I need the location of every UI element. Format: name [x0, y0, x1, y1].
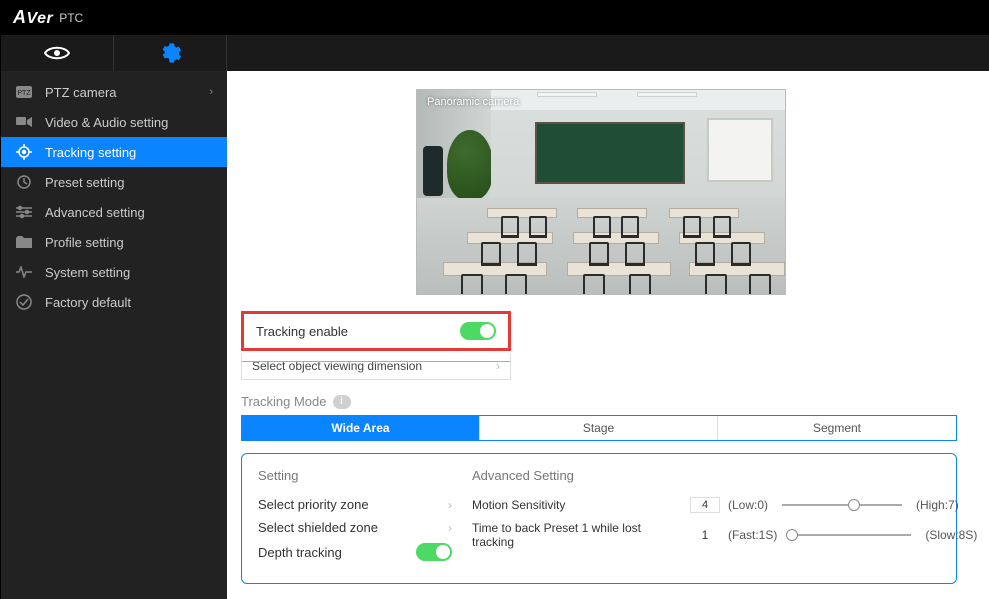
- sidebar-item-system[interactable]: System setting: [1, 257, 227, 287]
- time-back-preset-row: Time to back Preset 1 while lost trackin…: [472, 517, 977, 553]
- select-shielded-zone[interactable]: Select shielded zone ›: [258, 516, 452, 539]
- sidebar-item-label: Preset setting: [45, 175, 125, 190]
- sidebar-item-video-audio[interactable]: Video & Audio setting: [1, 107, 227, 137]
- sidebar: PTZ PTZ camera › Video & Audio setting T…: [1, 71, 227, 599]
- time-slow-label: (Slow:8S): [925, 528, 977, 542]
- time-back-label: Time to back Preset 1 while lost trackin…: [472, 521, 682, 549]
- gear-icon: [159, 42, 181, 64]
- sidebar-item-label: Tracking setting: [45, 145, 136, 160]
- tab-settings[interactable]: [114, 35, 227, 71]
- sidebar-item-label: System setting: [45, 265, 130, 280]
- motion-low-label: (Low:0): [728, 498, 768, 512]
- chevron-right-icon: ›: [448, 521, 452, 535]
- tab-live-view[interactable]: [1, 35, 114, 71]
- select-dimension-row[interactable]: Select object viewing dimension ›: [241, 353, 511, 380]
- sidebar-item-preset[interactable]: Preset setting: [1, 167, 227, 197]
- panoramic-preview: Panoramic camera: [416, 89, 786, 295]
- media-icon: [15, 113, 33, 131]
- time-fast-label: (Fast:1S): [728, 528, 777, 542]
- depth-tracking-row: Depth tracking: [258, 539, 452, 565]
- chevron-right-icon: ›: [209, 86, 213, 98]
- eye-icon: [44, 44, 70, 62]
- check-circle-icon: [15, 293, 33, 311]
- motion-sensitivity-row: Motion Sensitivity 4 (Low:0) (High:7): [472, 493, 977, 517]
- sidebar-item-tracking[interactable]: Tracking setting: [1, 137, 227, 167]
- settings-panel: Setting Select priority zone › Select sh…: [241, 453, 957, 584]
- tracking-enable-toggle[interactable]: [460, 322, 496, 340]
- sidebar-item-label: PTZ camera: [45, 85, 117, 100]
- app-header: AVer PTC: [1, 0, 989, 35]
- motion-sensitivity-label: Motion Sensitivity: [472, 498, 682, 512]
- brand-logo: AVer: [13, 7, 53, 28]
- select-priority-zone[interactable]: Select priority zone ›: [258, 493, 452, 516]
- svg-text:PTZ: PTZ: [17, 90, 31, 97]
- target-icon: [15, 143, 33, 161]
- sidebar-item-profile[interactable]: Profile setting: [1, 227, 227, 257]
- time-back-value: 1: [690, 528, 720, 542]
- tracking-enable-row: Tracking enable: [241, 311, 511, 351]
- sidebar-item-factory[interactable]: Factory default: [1, 287, 227, 317]
- sidebar-item-label: Advanced setting: [45, 205, 145, 220]
- pulse-icon: [15, 263, 33, 281]
- info-icon[interactable]: i: [333, 395, 351, 409]
- mode-tab-wide-area[interactable]: Wide Area: [242, 416, 480, 440]
- main-content: Panoramic camera Tracking enable Select …: [227, 71, 989, 599]
- tracking-mode-header: Tracking Mode i: [241, 394, 961, 409]
- sliders-icon: [15, 203, 33, 221]
- time-back-slider[interactable]: [791, 534, 911, 536]
- chevron-right-icon: ›: [448, 498, 452, 512]
- advanced-title: Advanced Setting: [472, 468, 977, 483]
- sidebar-item-label: Video & Audio setting: [45, 115, 168, 130]
- sidebar-item-ptz-camera[interactable]: PTZ PTZ camera ›: [1, 77, 227, 107]
- setting-title: Setting: [258, 468, 452, 483]
- tracking-mode-tabs: Wide Area Stage Segment: [241, 415, 957, 441]
- brand-suffix: PTC: [59, 11, 83, 25]
- preset-icon: [15, 173, 33, 191]
- motion-high-label: (High:7): [916, 498, 959, 512]
- motion-sensitivity-slider[interactable]: [782, 504, 902, 506]
- motion-sensitivity-value: 4: [690, 497, 720, 513]
- depth-tracking-toggle[interactable]: [416, 543, 452, 561]
- preview-label: Panoramic camera: [427, 96, 519, 108]
- folder-icon: [15, 233, 33, 251]
- view-tabs: [1, 35, 989, 71]
- mode-tab-segment[interactable]: Segment: [718, 416, 956, 440]
- sidebar-item-label: Profile setting: [45, 235, 124, 250]
- ptz-icon: PTZ: [15, 83, 33, 101]
- sidebar-item-label: Factory default: [45, 295, 131, 310]
- mode-tab-stage[interactable]: Stage: [480, 416, 718, 440]
- tracking-enable-label: Tracking enable: [256, 324, 460, 339]
- sidebar-item-advanced[interactable]: Advanced setting: [1, 197, 227, 227]
